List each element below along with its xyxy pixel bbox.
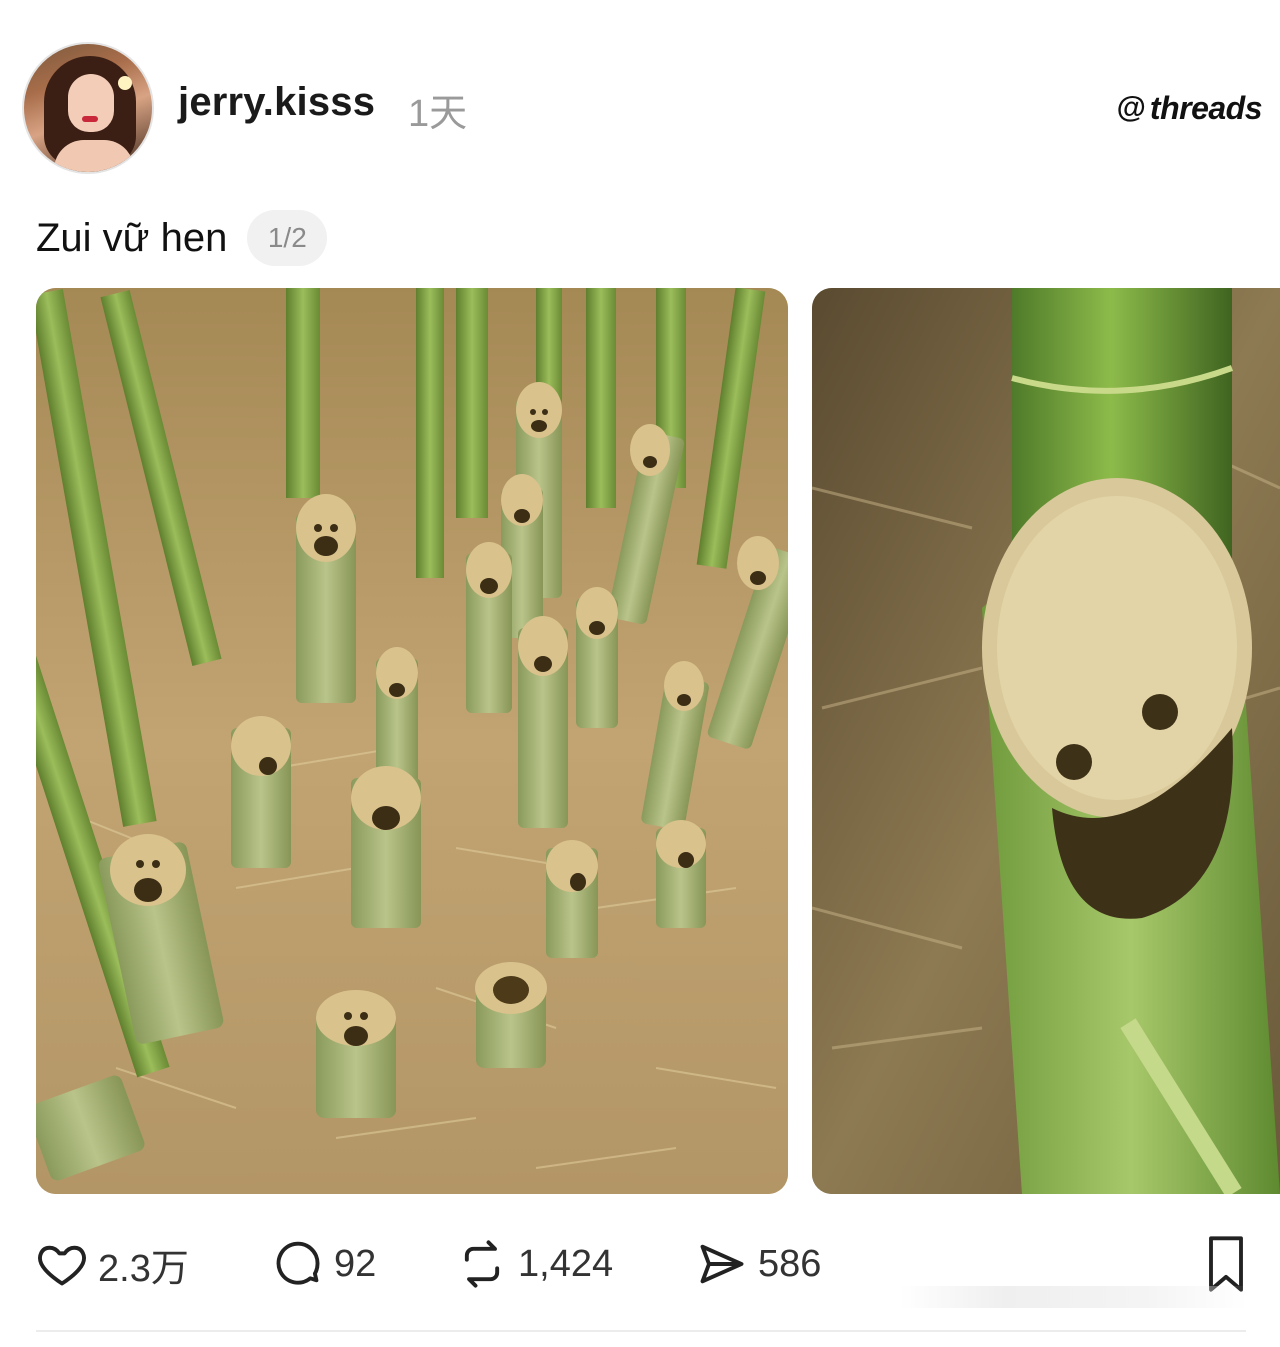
comment-bubble-icon (276, 1241, 320, 1285)
comment-count: 92 (334, 1242, 377, 1285)
repost-icon (464, 1240, 500, 1288)
watermark-strip (900, 1286, 1248, 1308)
photo-bamboo-closeup[interactable] (812, 288, 1280, 1194)
repost-count: 1,424 (518, 1242, 614, 1285)
post-divider (36, 1330, 1246, 1332)
photo-bamboo-grove[interactable] (36, 288, 788, 1194)
post-time: 1天 (408, 93, 468, 135)
share-button[interactable]: 586 (696, 1232, 821, 1296)
post-caption: Zui vữ hen (36, 215, 228, 260)
like-count: 2.3万 (98, 1247, 189, 1290)
send-icon (700, 1244, 744, 1284)
threads-wordmark: threads (1149, 89, 1263, 126)
avatar[interactable] (22, 42, 154, 174)
media-carousel[interactable] (36, 288, 1280, 1194)
post-caption-row: Zui vữ hen 1/2 (36, 210, 328, 266)
comment-button[interactable]: 92 (272, 1232, 376, 1296)
share-count: 586 (758, 1242, 822, 1285)
like-button[interactable]: 2.3万 (36, 1232, 189, 1296)
repost-button[interactable]: 1,424 (456, 1232, 613, 1296)
post-header: jerry.kisss 1天 @ threads (22, 42, 1263, 174)
bookmark-icon (1209, 1236, 1243, 1292)
threads-logo: @ threads (1116, 88, 1263, 128)
threads-icon: @ (1116, 91, 1146, 124)
heart-icon (38, 1245, 86, 1286)
username[interactable]: jerry.kisss (178, 80, 375, 125)
page-indicator: 1/2 (247, 210, 328, 266)
